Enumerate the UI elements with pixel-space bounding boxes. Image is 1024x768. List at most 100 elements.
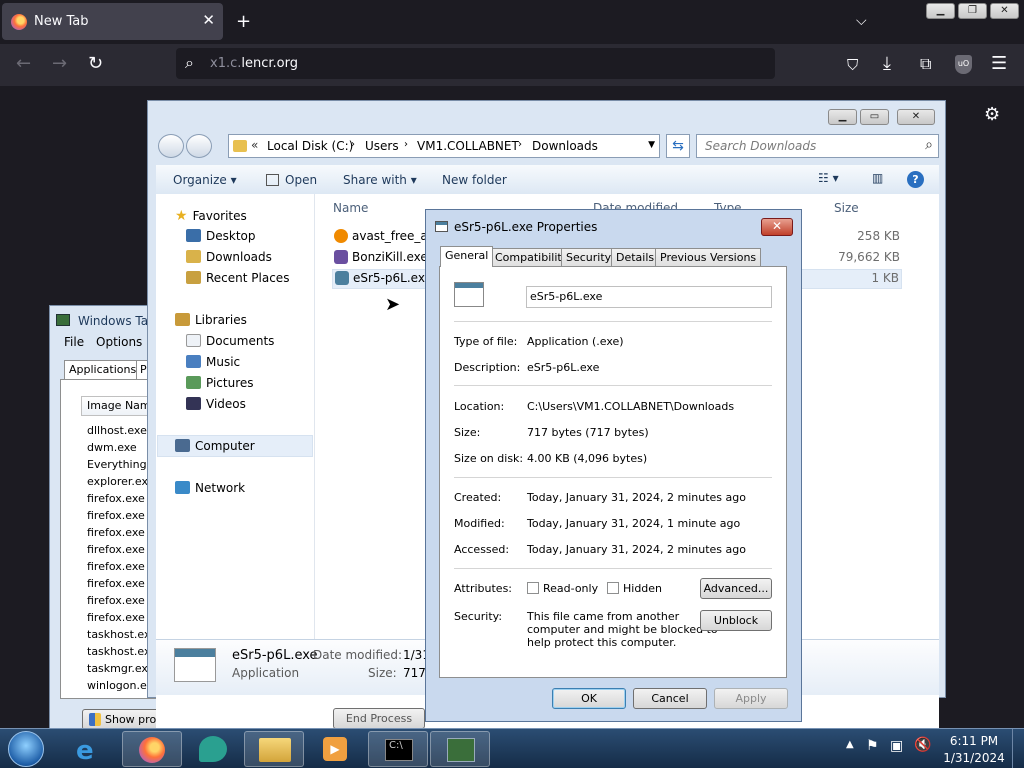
refresh-icon[interactable]: ⇆ [666, 134, 690, 158]
end-process-button[interactable]: End Process [333, 708, 425, 729]
start-button-icon[interactable] [8, 731, 44, 767]
breadcrumb-local-disk[interactable]: Local Disk (C:) [267, 139, 353, 153]
apply-button[interactable]: Apply [714, 688, 788, 709]
nav-splitter[interactable] [314, 194, 315, 639]
nav-documents[interactable]: Documents [186, 334, 274, 348]
new-folder-button[interactable]: New folder [442, 173, 507, 187]
search-icon[interactable]: ⌕ [925, 137, 933, 153]
taskbar-internet-explorer[interactable]: e [60, 731, 120, 767]
taskbar-firefox[interactable] [122, 731, 182, 767]
tab-applications[interactable]: Applications [64, 360, 142, 379]
share-with-button[interactable]: Share with ▾ [343, 173, 417, 187]
nav-desktop[interactable]: Desktop [186, 229, 256, 243]
attributes-label: Attributes: [454, 582, 513, 595]
preview-pane-icon[interactable]: ▥ [872, 171, 883, 185]
action-center-flag-icon[interactable]: ⚑ [866, 738, 879, 754]
size-on-disk-value: 4.00 KB (4,096 bytes) [527, 452, 648, 465]
minimize-button[interactable]: ▁ [926, 3, 955, 19]
tab-new-tab[interactable]: New Tab ✕ [2, 3, 223, 40]
list-all-tabs-chevron-icon[interactable]: ⌵ [856, 12, 867, 30]
breadcrumb-vm1[interactable]: VM1.COLLABNET [417, 139, 519, 153]
taskbar-explorer[interactable] [244, 731, 304, 767]
explorer-maximize-button[interactable]: ▭ [860, 109, 889, 125]
taskbar-bonzi[interactable] [183, 731, 243, 767]
restore-button[interactable]: ❐ [958, 3, 987, 19]
exe-large-icon [174, 648, 216, 682]
close-tab-icon[interactable]: ✕ [202, 11, 215, 29]
unblock-button[interactable]: Unblock [700, 610, 772, 631]
clock-date[interactable]: 1/31/2024 [940, 751, 1008, 765]
column-name[interactable]: Name [333, 201, 368, 215]
back-button[interactable] [158, 134, 184, 158]
nav-videos[interactable]: Videos [186, 397, 246, 411]
view-options-icon[interactable]: ☷ ▾ [818, 171, 839, 185]
nav-network[interactable]: Network [175, 481, 245, 495]
forward-arrow-icon[interactable]: → [52, 55, 67, 73]
nav-favorites[interactable]: ★ Favorites [175, 208, 247, 224]
back-arrow-icon[interactable]: ← [16, 55, 31, 73]
hidden-checkbox[interactable]: Hidden [607, 582, 662, 595]
organize-button[interactable]: Organize ▾ [173, 173, 237, 187]
videos-icon [186, 397, 201, 410]
type-label: Type of file: [454, 335, 518, 348]
readonly-checkbox[interactable]: Read-only [527, 582, 598, 595]
reload-icon[interactable]: ↻ [88, 55, 103, 73]
address-bar[interactable]: « Local Disk (C:) › Users › VM1.COLLABNE… [228, 134, 660, 158]
readonly-check-box [527, 582, 539, 594]
cancel-button[interactable]: Cancel [633, 688, 707, 709]
help-icon[interactable]: ? [907, 171, 924, 188]
downloads-icon[interactable]: ⤓ [883, 55, 891, 73]
search-icon: ⌕ [185, 53, 194, 72]
forward-button[interactable] [186, 134, 212, 158]
taskbar-media-player[interactable]: ▶ [305, 731, 365, 767]
security-message: This file came from another computer and… [527, 610, 718, 649]
nav-music[interactable]: Music [186, 355, 240, 369]
network-icon[interactable]: ▣ [890, 738, 903, 754]
search-input[interactable]: Search Downloads ⌕ [696, 134, 939, 158]
close-window-button[interactable]: ✕ [990, 3, 1019, 19]
show-desktop-button[interactable] [1012, 729, 1024, 768]
new-tab-plus-icon[interactable]: + [236, 13, 251, 31]
column-size[interactable]: Size [834, 201, 859, 215]
exe-large-icon [454, 282, 484, 307]
breadcrumb-downloads[interactable]: Downloads [532, 139, 598, 153]
explorer-close-button[interactable]: ✕ [897, 109, 935, 125]
explorer-minimize-button[interactable]: ▁ [828, 109, 857, 125]
tab-previous-versions[interactable]: Previous Versions [655, 248, 762, 267]
nav-recent-places[interactable]: Recent Places [186, 271, 289, 285]
tab-details[interactable]: Details [611, 248, 660, 267]
nav-downloads[interactable]: Downloads [186, 250, 272, 264]
size-label: Size: [454, 426, 481, 439]
location-value: C:\Users\VM1.COLLABNET\Downloads [527, 400, 735, 413]
chat-bubble-icon [199, 736, 227, 762]
menu-hamburger-icon[interactable]: ☰ [991, 55, 1007, 73]
nav-computer[interactable]: Computer [175, 439, 255, 453]
advanced-button[interactable]: Advanced... [700, 578, 772, 599]
ok-button[interactable]: OK [552, 688, 626, 709]
volume-muted-icon[interactable]: 🔇 [914, 737, 931, 753]
breadcrumb-overflow[interactable]: « [251, 138, 258, 152]
address-dropdown-icon[interactable]: ▼ [648, 140, 655, 150]
menu-options[interactable]: Options [96, 335, 142, 349]
recent-places-icon [186, 271, 201, 284]
taskbar-cmd[interactable]: C:\ [368, 731, 428, 767]
ublock-shield-icon[interactable]: uO [955, 55, 972, 74]
pocket-icon[interactable]: ⛉ [847, 56, 858, 74]
settings-gear-icon[interactable]: ⚙ [984, 106, 1000, 124]
computer-icon [175, 439, 190, 452]
extensions-icon[interactable]: ⧉ [920, 55, 931, 73]
tab-general[interactable]: General [440, 246, 494, 267]
breadcrumb-users[interactable]: Users [365, 139, 399, 153]
tab-security[interactable]: Security [561, 248, 617, 267]
url-bar[interactable]: ⌕ x1.c.lencr.org [176, 48, 775, 79]
clock-time[interactable]: 6:11 PM [946, 734, 1002, 748]
show-hidden-icons[interactable]: ▲ [846, 739, 854, 750]
type-value: Application (.exe) [527, 335, 624, 348]
taskbar-task-manager[interactable] [430, 731, 490, 767]
nav-pictures[interactable]: Pictures [186, 376, 254, 390]
filename-input[interactable]: eSr5-p6L.exe [526, 286, 772, 308]
menu-file[interactable]: File [64, 335, 84, 349]
nav-libraries[interactable]: Libraries [175, 313, 247, 327]
dialog-close-button[interactable]: ✕ [761, 218, 793, 236]
open-button[interactable]: Open [266, 173, 317, 187]
